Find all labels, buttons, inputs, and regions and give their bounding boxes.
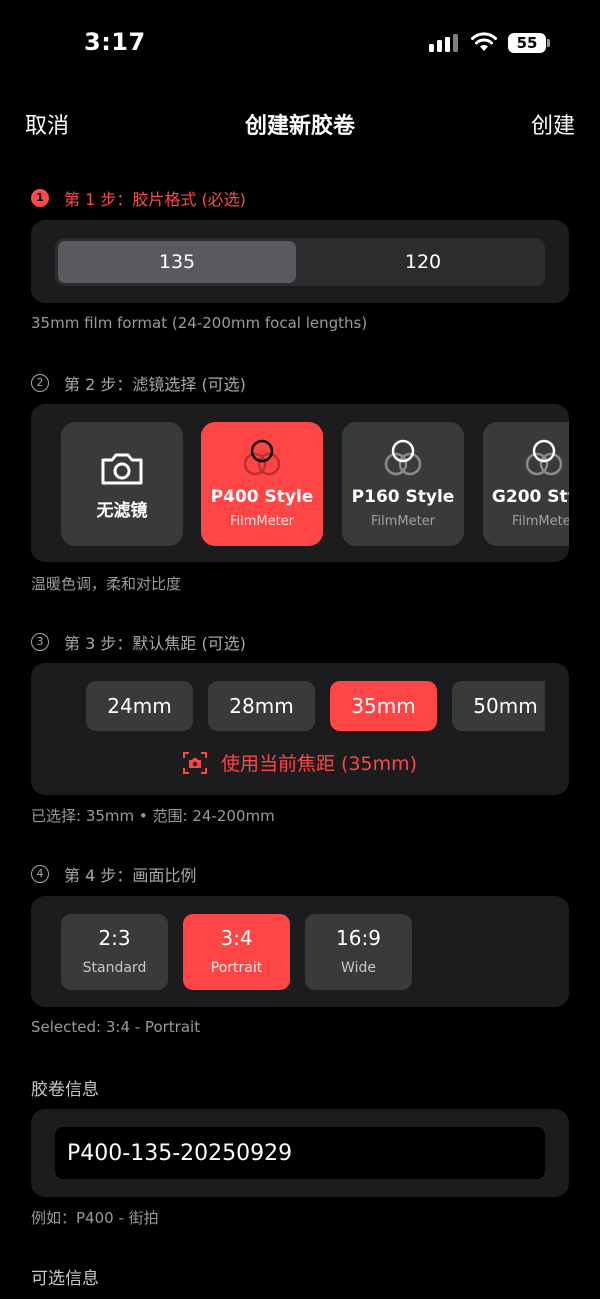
- cancel-button[interactable]: 取消: [25, 108, 69, 140]
- ratio-value: 16:9: [336, 926, 381, 950]
- use-current-focal-label: 使用当前焦距 (35mm): [220, 753, 418, 775]
- filter-brand: FilmMeter: [511, 514, 569, 529]
- filter-brand: FilmMeter: [229, 514, 295, 529]
- step3-title: 第 3 步：默认焦距 (可选): [64, 634, 246, 653]
- step2-header: 2 第 2 步：滤镜选择 (可选): [31, 371, 246, 395]
- ratio-label: Portrait: [210, 960, 263, 976]
- optional-info-label: 可选信息: [31, 1269, 99, 1289]
- focal-option-35mm[interactable]: 35mm: [330, 681, 437, 731]
- camera-viewfinder-icon: [182, 751, 207, 774]
- filter-g200[interactable]: G200 Style FilmMeter: [483, 422, 569, 546]
- create-button[interactable]: 创建: [531, 108, 575, 140]
- filter-card: 无滤镜 P400 Style FilmMeter P160 Style Film…: [31, 404, 569, 562]
- step4-number: 4: [31, 865, 49, 883]
- step1-number: 1: [31, 189, 49, 207]
- focal-option-50mm[interactable]: 50mm: [452, 681, 545, 731]
- step3-header: 3 第 3 步：默认焦距 (可选): [31, 630, 246, 654]
- focal-card: 24mm 28mm 35mm 50mm 使用当前焦距 (35mm): [31, 663, 569, 795]
- filter-brand: FilmMeter: [370, 514, 436, 529]
- step2-title: 第 2 步：滤镜选择 (可选): [64, 375, 246, 394]
- ratio-option-16-9[interactable]: 16:9 Wide: [305, 914, 412, 990]
- focal-option-24mm[interactable]: 24mm: [86, 681, 193, 731]
- cellular-signal-icon: [429, 34, 461, 52]
- focal-scroll-area[interactable]: 24mm 28mm 35mm 50mm: [31, 663, 545, 753]
- format-option-120[interactable]: 120: [304, 241, 542, 283]
- filter-none-label: 无滤镜: [96, 501, 148, 521]
- ratio-option-3-4[interactable]: 3:4 Portrait: [183, 914, 290, 990]
- filter-circles-icon: [243, 439, 281, 476]
- film-format-card: 135 120: [31, 220, 569, 303]
- status-time: 3:17: [84, 28, 146, 56]
- step4-title: 第 4 步：画面比例: [64, 866, 197, 885]
- ratio-hint: Selected: 3:4 - Portrait: [31, 1018, 201, 1036]
- ratio-card: 2:3 Standard 3:4 Portrait 16:9 Wide: [31, 896, 569, 1007]
- roll-info-hint: 例如：P400 - 街拍: [31, 1209, 159, 1227]
- filter-hint: 温暖色调，柔和对比度: [31, 575, 182, 593]
- step1-header: 1 第 1 步：胶片格式 (必选): [31, 186, 246, 210]
- battery-cap: [547, 39, 550, 47]
- page-title: 创建新胶卷: [244, 114, 355, 139]
- battery-icon: 55: [508, 33, 546, 53]
- filter-p400[interactable]: P400 Style FilmMeter: [201, 422, 323, 546]
- camera-icon: [101, 453, 143, 485]
- ratio-value: 2:3: [98, 926, 131, 950]
- format-hint: 35mm film format (24-200mm focal lengths…: [31, 314, 368, 332]
- filter-name: G200 Style: [491, 487, 569, 507]
- focal-hint: 已选择: 35mm • 范围: 24-200mm: [31, 807, 275, 825]
- focal-option-28mm[interactable]: 28mm: [208, 681, 315, 731]
- ratio-label: Standard: [82, 960, 147, 976]
- filter-circles-icon: [384, 439, 422, 476]
- filter-p160[interactable]: P160 Style FilmMeter: [342, 422, 464, 546]
- filter-none[interactable]: 无滤镜: [61, 422, 183, 546]
- filter-circles-icon: [525, 439, 563, 476]
- roll-info-label: 胶卷信息: [31, 1080, 99, 1100]
- filter-name: P400 Style: [210, 487, 314, 507]
- film-format-segmented-control: 135 120: [55, 238, 545, 286]
- step3-number: 3: [31, 633, 49, 651]
- ratio-label: Wide: [341, 960, 376, 976]
- use-current-focal-button[interactable]: 使用当前焦距 (35mm): [31, 749, 569, 776]
- roll-name-input[interactable]: [55, 1127, 545, 1179]
- format-option-135[interactable]: 135: [58, 241, 296, 283]
- roll-info-card: [31, 1109, 569, 1197]
- status-bar: 3:17 55: [0, 0, 600, 90]
- wifi-icon: [471, 32, 497, 51]
- filter-name: P160 Style: [351, 487, 455, 507]
- step1-title: 第 1 步：胶片格式 (必选): [64, 190, 246, 209]
- ratio-value: 3:4: [220, 926, 253, 950]
- ratio-option-2-3[interactable]: 2:3 Standard: [61, 914, 168, 990]
- step4-header: 4 第 4 步：画面比例: [31, 862, 196, 886]
- step2-number: 2: [31, 374, 49, 392]
